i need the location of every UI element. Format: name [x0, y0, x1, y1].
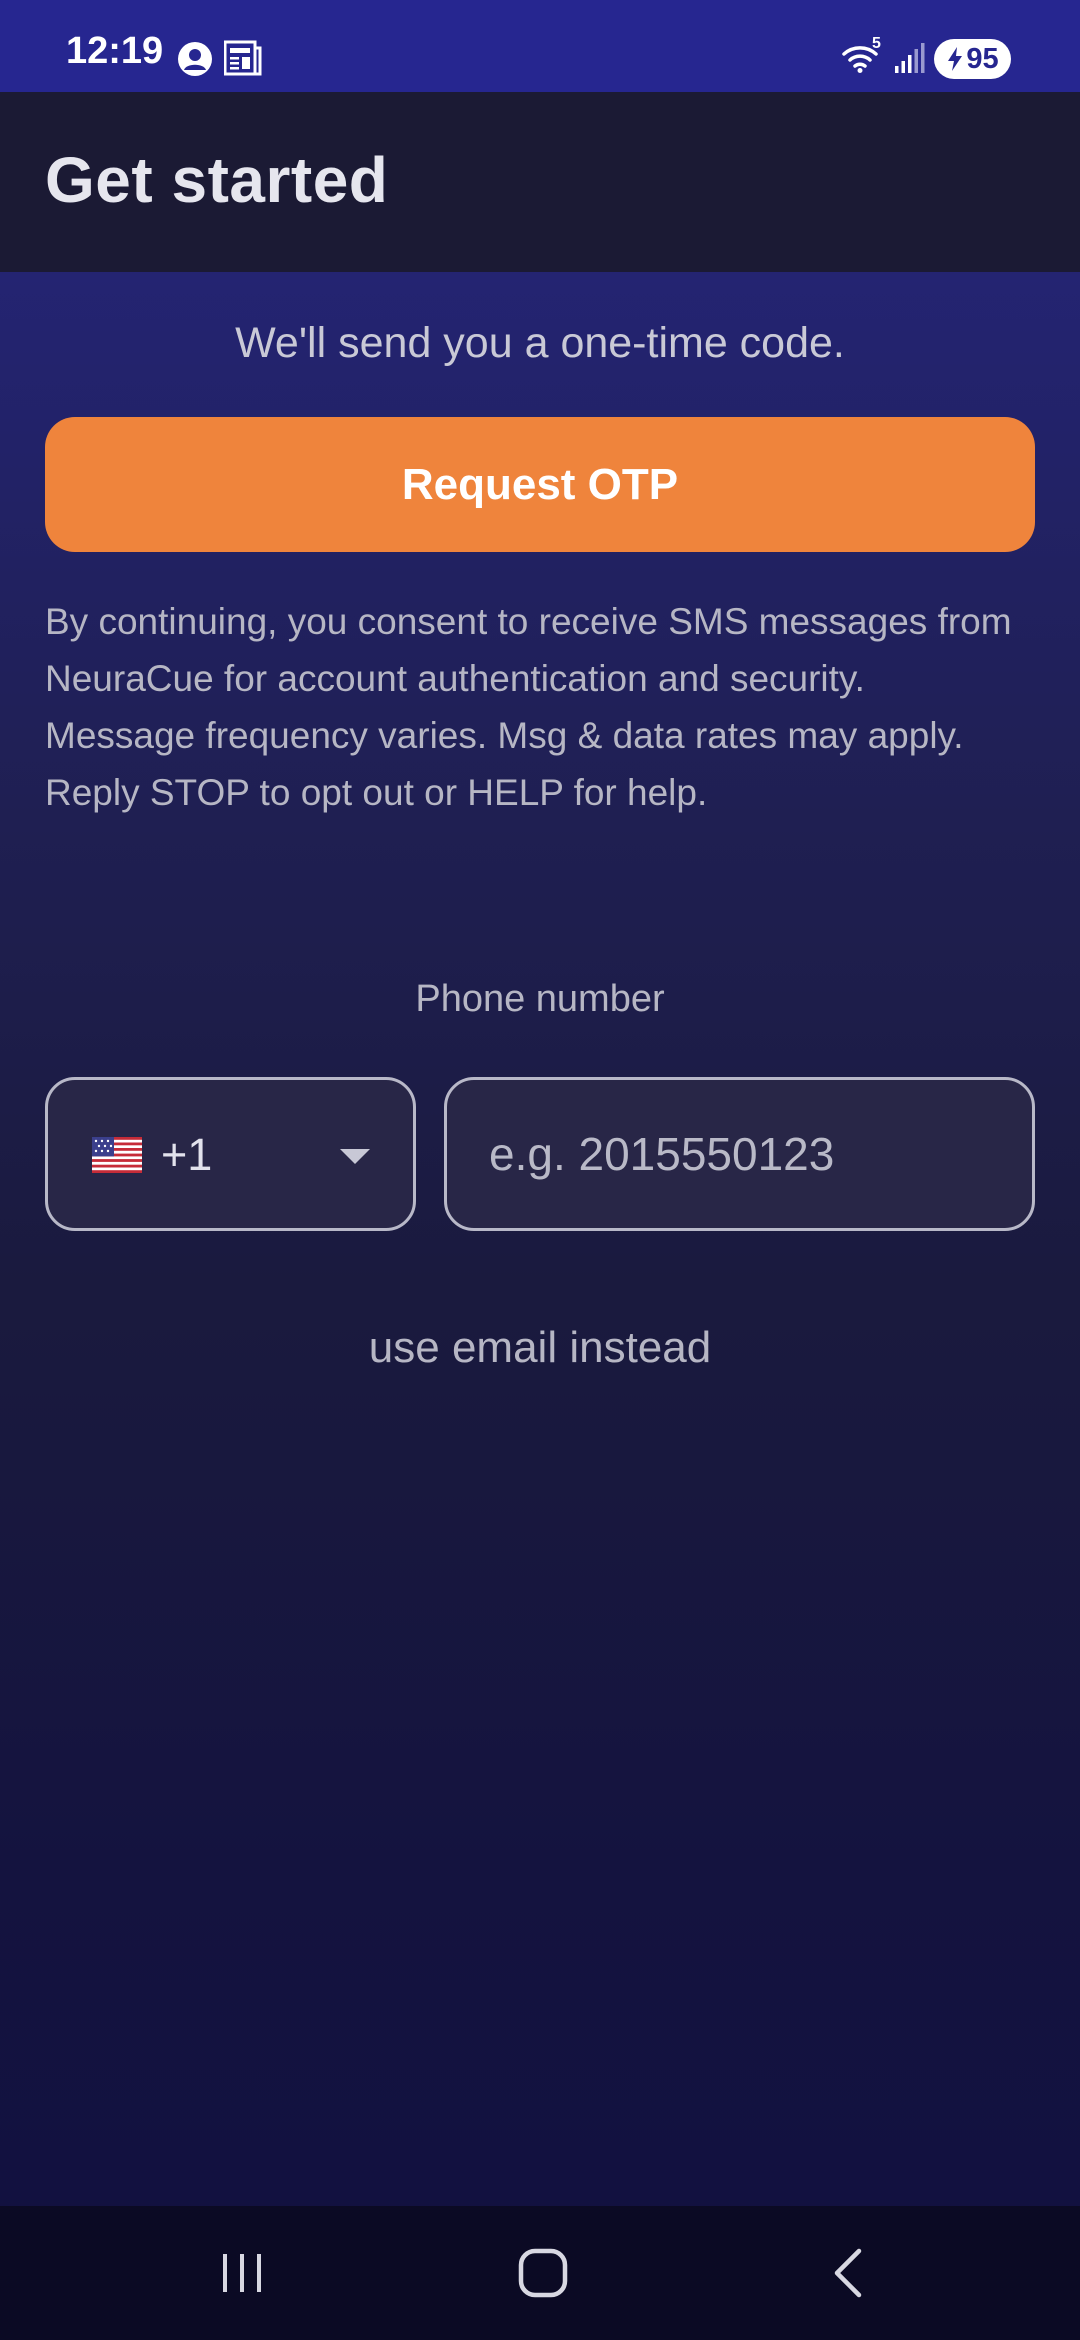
home-button[interactable] [453, 2206, 633, 2340]
request-otp-button-label: Request OTP [401, 459, 679, 509]
sms-consent-text: By continuing, you consent to receive SM… [45, 593, 1045, 821]
home-icon [518, 2248, 568, 2298]
consent-line: Reply STOP to opt out or HELP for help. [45, 772, 708, 813]
back-button[interactable] [758, 2206, 938, 2340]
country-code-select[interactable]: +1 [45, 1077, 416, 1231]
request-otp-button[interactable]: Request OTP [45, 417, 1035, 552]
phone-number-label: Phone number [415, 978, 665, 1020]
consent-line: By continuing, you consent to receive SM… [45, 601, 1012, 699]
country-code-value: +1 [161, 1129, 213, 1180]
status-time: 12:19 [66, 30, 164, 72]
phone-number-input[interactable] [444, 1077, 1035, 1231]
back-icon [834, 2248, 862, 2298]
status-bar: 12:19 5 95 [0, 0, 1080, 92]
network-type-label: 5 [872, 35, 881, 52]
recent-apps-icon [223, 2254, 261, 2292]
subtitle: We'll send you a one-time code. [235, 319, 845, 367]
use-email-link[interactable]: use email instead [0, 1326, 1080, 1370]
us-flag-icon [92, 1137, 142, 1173]
chevron-down-icon [340, 1149, 370, 1164]
battery-indicator: 95 [934, 39, 1011, 79]
account-circle-icon [178, 42, 212, 76]
recent-apps-button[interactable] [152, 2206, 332, 2340]
news-icon [224, 40, 262, 76]
battery-charging-icon [948, 47, 963, 71]
signal-icon [895, 43, 925, 73]
battery-level: 95 [966, 42, 999, 75]
page-title: Get started [45, 144, 389, 216]
consent-line: Message frequency varies. Msg & data rat… [45, 715, 964, 756]
system-navigation-bar [0, 2206, 1080, 2340]
